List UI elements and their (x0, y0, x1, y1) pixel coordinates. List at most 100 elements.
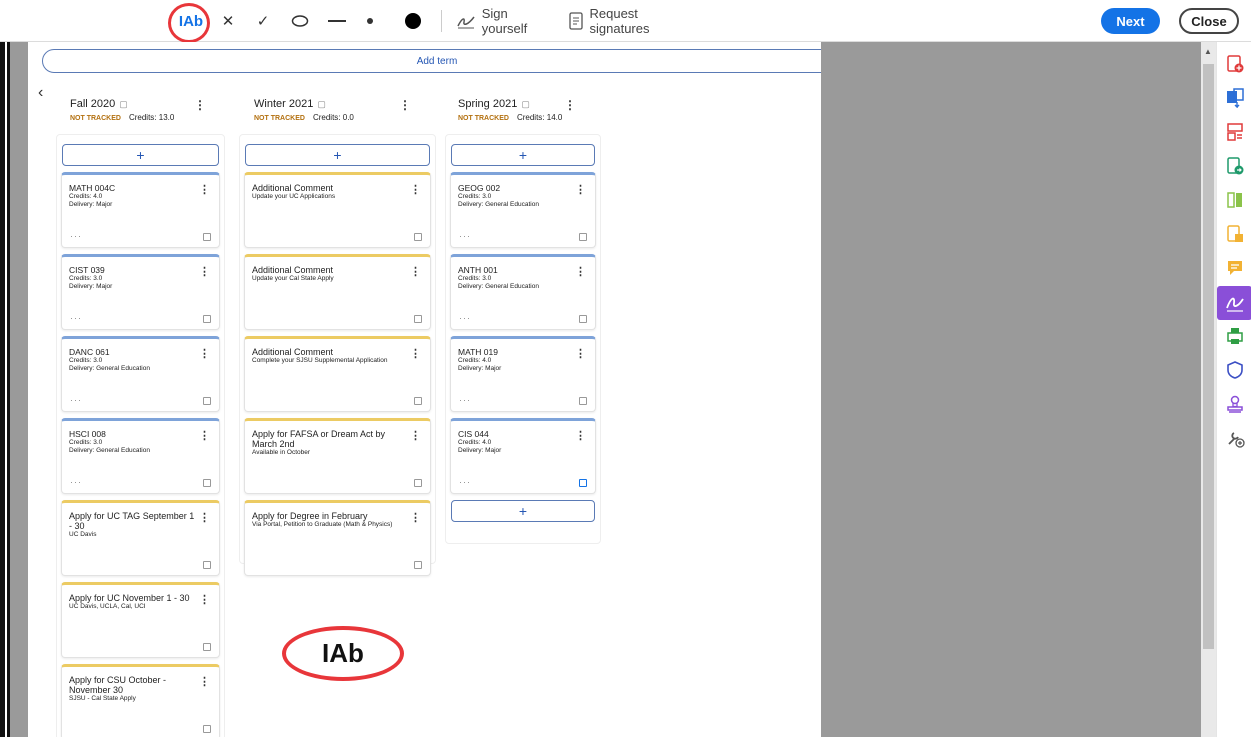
course-card[interactable]: DANC 061 Credits: 3.0 Delivery: General … (61, 336, 220, 412)
big-dot-tool[interactable] (402, 8, 424, 34)
note-icon[interactable] (203, 479, 211, 487)
circle-tool[interactable] (288, 8, 312, 34)
ellipsis-icon[interactable]: ··· (70, 313, 82, 323)
more-options-icon[interactable]: ⋮ (199, 593, 210, 606)
course-card[interactable]: CIS 044 Credits: 4.0 Delivery: Major ⋮ ·… (450, 418, 596, 494)
more-options-icon[interactable]: ⋮ (575, 265, 586, 278)
line-tool[interactable] (326, 8, 348, 34)
request-signatures-button[interactable]: Request signatures (568, 6, 698, 36)
note-icon[interactable] (414, 479, 422, 487)
add-course-button-bottom[interactable]: + (451, 500, 595, 522)
note-icon[interactable] (203, 643, 211, 651)
course-card[interactable]: HSCI 008 Credits: 3.0 Delivery: General … (61, 418, 220, 494)
vertical-scrollbar[interactable]: ▲ (1201, 42, 1216, 737)
note-icon[interactable] (579, 233, 587, 241)
more-options-icon[interactable]: ⋮ (410, 511, 421, 524)
ellipsis-icon[interactable]: ··· (70, 477, 82, 487)
more-options-icon[interactable]: ⋮ (410, 347, 421, 360)
note-icon[interactable] (414, 561, 422, 569)
scroll-up-icon[interactable]: ▲ (1204, 47, 1212, 56)
comment-icon[interactable] (1223, 256, 1247, 280)
more-options-icon[interactable]: ⋮ (194, 98, 206, 112)
more-options-icon[interactable]: ⋮ (199, 347, 210, 360)
note-icon[interactable] (414, 397, 422, 405)
task-card[interactable]: Apply for CSU October - November 30 SJSU… (61, 664, 220, 737)
ellipsis-icon[interactable]: ··· (459, 231, 471, 241)
more-options-icon[interactable]: ⋮ (199, 183, 210, 196)
course-card[interactable]: GEOG 002 Credits: 3.0 Delivery: General … (450, 172, 596, 248)
card-detail: Credits: 3.0 (458, 275, 492, 282)
chevron-left-icon[interactable]: ‹ (38, 84, 43, 102)
organize-pages-icon[interactable] (1223, 120, 1247, 144)
add-text-tool[interactable]: IAb (176, 8, 206, 34)
comment-card[interactable]: Additional Comment Update your UC Applic… (244, 172, 431, 248)
more-options-icon[interactable]: ⋮ (410, 429, 421, 442)
comment-card[interactable]: Additional Comment Complete your SJSU Su… (244, 336, 431, 412)
ellipsis-icon[interactable]: ··· (459, 395, 471, 405)
dot-tool[interactable] (362, 8, 378, 34)
note-icon[interactable]: ▢ (119, 99, 128, 109)
ellipsis-icon[interactable]: ··· (459, 477, 471, 487)
ellipsis-icon[interactable]: ··· (459, 313, 471, 323)
note-icon[interactable] (203, 725, 211, 733)
cross-tool[interactable]: ✕ (217, 8, 239, 34)
more-options-icon[interactable]: ⋮ (399, 98, 411, 112)
more-options-icon[interactable]: ⋮ (410, 183, 421, 196)
task-card[interactable]: Apply for UC November 1 - 30 UC Davis, U… (61, 582, 220, 658)
course-card[interactable]: CIST 039 Credits: 3.0 Delivery: Major ⋮ … (61, 254, 220, 330)
add-course-button[interactable]: + (62, 144, 219, 166)
shield-icon[interactable] (1223, 358, 1247, 382)
card-title: Additional Comment (252, 183, 334, 193)
term-header-winter: Winter 2021 ▢ NOT TRACKED Credits: 0.0 ⋮ (254, 98, 434, 128)
edit-pdf-icon[interactable] (1223, 154, 1247, 178)
more-options-icon[interactable]: ⋮ (575, 347, 586, 360)
sign-yourself-button[interactable]: Sign yourself (456, 6, 556, 36)
more-options-icon[interactable]: ⋮ (575, 429, 586, 442)
more-options-icon[interactable]: ⋮ (199, 511, 210, 524)
ellipsis-icon[interactable]: ··· (70, 395, 82, 405)
task-card[interactable]: Apply for Degree in February Via Portal,… (244, 500, 431, 576)
note-icon[interactable] (579, 315, 587, 323)
more-options-icon[interactable]: ⋮ (199, 675, 210, 688)
note-icon[interactable] (203, 397, 211, 405)
card-detail: Delivery: General Education (69, 365, 150, 372)
more-options-icon[interactable]: ⋮ (575, 183, 586, 196)
note-icon[interactable] (414, 233, 422, 241)
ellipsis-icon[interactable]: ··· (70, 231, 82, 241)
note-icon[interactable] (203, 561, 211, 569)
more-options-icon[interactable]: ⋮ (410, 265, 421, 278)
note-icon[interactable] (203, 233, 211, 241)
note-icon[interactable] (579, 397, 587, 405)
add-course-button[interactable]: + (451, 144, 595, 166)
course-card[interactable]: ANTH 001 Credits: 3.0 Delivery: General … (450, 254, 596, 330)
status-badge: NOT TRACKED (458, 115, 509, 122)
note-icon[interactable]: ▢ (317, 99, 326, 109)
course-card[interactable]: MATH 019 Credits: 4.0 Delivery: Major ⋮ … (450, 336, 596, 412)
note-icon[interactable] (579, 479, 587, 487)
more-options-icon[interactable]: ⋮ (199, 265, 210, 278)
comment-card[interactable]: Additional Comment Update your Cal State… (244, 254, 431, 330)
task-card[interactable]: Apply for FAFSA or Dream Act by March 2n… (244, 418, 431, 494)
compare-files-icon[interactable] (1223, 188, 1247, 212)
create-pdf-icon[interactable] (1223, 52, 1247, 76)
more-options-icon[interactable]: ⋮ (199, 429, 210, 442)
add-course-button[interactable]: + (245, 144, 430, 166)
course-card[interactable]: MATH 004C Credits: 4.0 Delivery: Major ⋮… (61, 172, 220, 248)
next-button[interactable]: Next (1101, 8, 1160, 34)
more-tools-icon[interactable] (1223, 426, 1247, 450)
close-button[interactable]: Close (1179, 8, 1239, 34)
export-pdf-icon[interactable] (1223, 86, 1247, 110)
card-title: MATH 019 (458, 347, 498, 357)
fill-sign-icon[interactable] (1217, 286, 1251, 320)
note-icon[interactable] (414, 315, 422, 323)
note-icon[interactable]: ▢ (521, 99, 530, 109)
print-production-icon[interactable] (1223, 324, 1247, 348)
add-term-button[interactable]: Add term (42, 49, 821, 73)
note-icon[interactable] (203, 315, 211, 323)
more-options-icon[interactable]: ⋮ (564, 98, 576, 112)
stamp-icon[interactable] (1223, 392, 1247, 416)
scrollbar-thumb[interactable] (1203, 64, 1214, 649)
task-card[interactable]: Apply for UC TAG September 1 - 30 UC Dav… (61, 500, 220, 576)
export-file-icon[interactable] (1223, 222, 1247, 246)
check-tool[interactable]: ✓ (252, 8, 274, 34)
